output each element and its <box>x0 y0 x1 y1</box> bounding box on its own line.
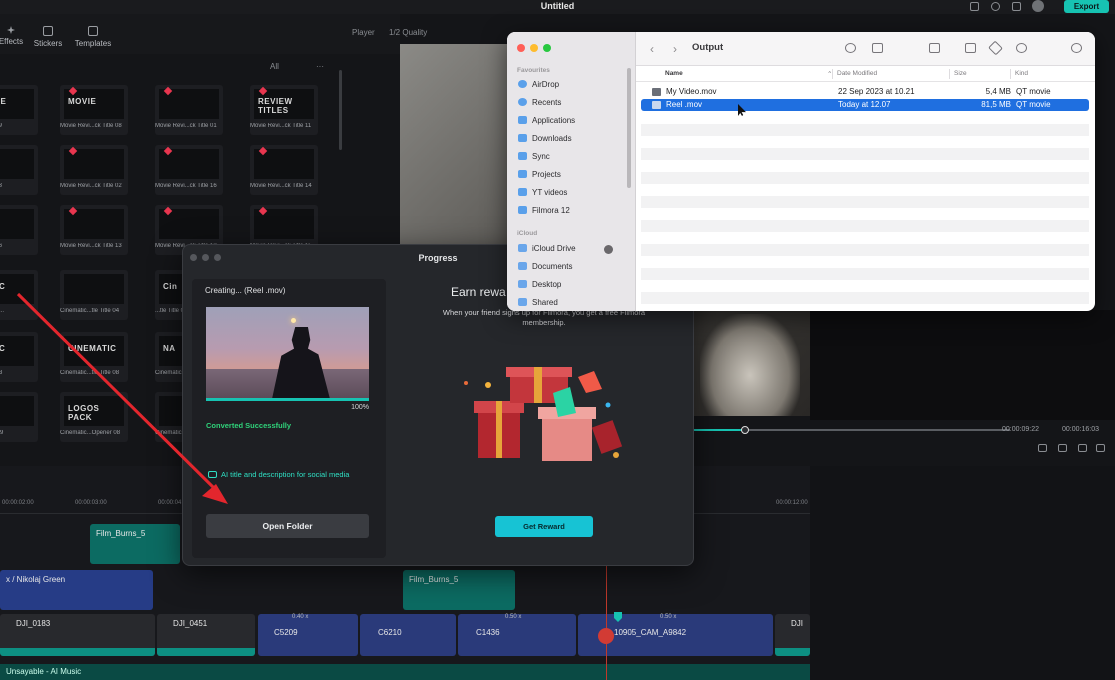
annotation-arrow <box>16 292 228 504</box>
screen: Untitled Export Effects Stickers Templat… <box>0 0 1115 680</box>
